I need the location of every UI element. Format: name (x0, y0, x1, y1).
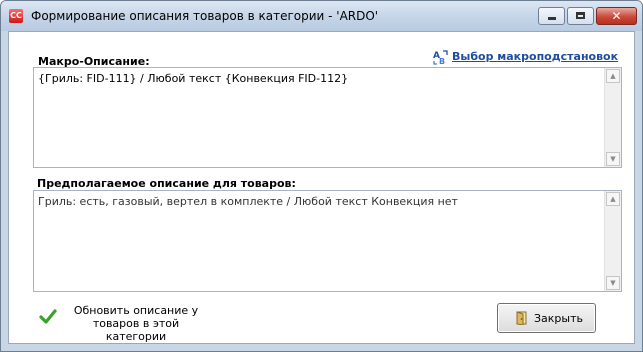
close-door-icon (516, 311, 527, 325)
close-button-label: Закрыть (534, 312, 583, 325)
update-descriptions-label: Обновить описание у товаров в этой катег… (73, 304, 199, 343)
update-descriptions-button[interactable]: Обновить описание у товаров в этой катег… (39, 304, 209, 343)
dialog-window: CC Формирование описания товаров в катег… (0, 0, 643, 352)
title-bar[interactable]: CC Формирование описания товаров в катег… (1, 1, 642, 31)
predicted-description-field[interactable]: Гриль: есть, газовый, вертел в комплекте… (33, 190, 622, 292)
macro-description-value: {Гриль: FID-111} / Любой текст {Конвекци… (38, 72, 349, 85)
window-close-button[interactable]: ✕ (596, 7, 637, 25)
dialog-body: Макро-Описание: A B Выбор макроподстанов… (8, 31, 635, 344)
chevron-up-icon[interactable]: ▲ (606, 192, 620, 206)
macro-substitution-link-text[interactable]: Выбор макроподстановок (452, 50, 618, 63)
svg-text:B: B (439, 57, 445, 65)
macro-scrollbar[interactable]: ▲ ▼ (604, 68, 621, 167)
maximize-icon (576, 12, 585, 19)
predicted-description-label: Предполагаемое описание для товаров: (37, 177, 296, 190)
chevron-down-icon[interactable]: ▼ (606, 152, 620, 166)
close-button[interactable]: Закрыть (497, 303, 596, 333)
app-icon: CC (9, 9, 23, 23)
macro-description-input[interactable]: {Гриль: FID-111} / Любой текст {Конвекци… (33, 67, 622, 168)
minimize-button[interactable] (538, 7, 565, 25)
chevron-up-icon[interactable]: ▲ (606, 69, 620, 83)
predicted-scrollbar[interactable]: ▲ ▼ (604, 191, 621, 291)
window-title: Формирование описания товаров в категори… (31, 9, 379, 23)
close-icon: ✕ (611, 9, 622, 23)
font-substitution-icon: A B (433, 50, 448, 65)
chevron-down-icon[interactable]: ▼ (606, 276, 620, 290)
checkmark-icon (39, 309, 57, 324)
minimize-icon (548, 17, 556, 20)
maximize-button[interactable] (567, 7, 594, 25)
predicted-description-value: Гриль: есть, газовый, вертел в комплекте… (38, 195, 458, 208)
